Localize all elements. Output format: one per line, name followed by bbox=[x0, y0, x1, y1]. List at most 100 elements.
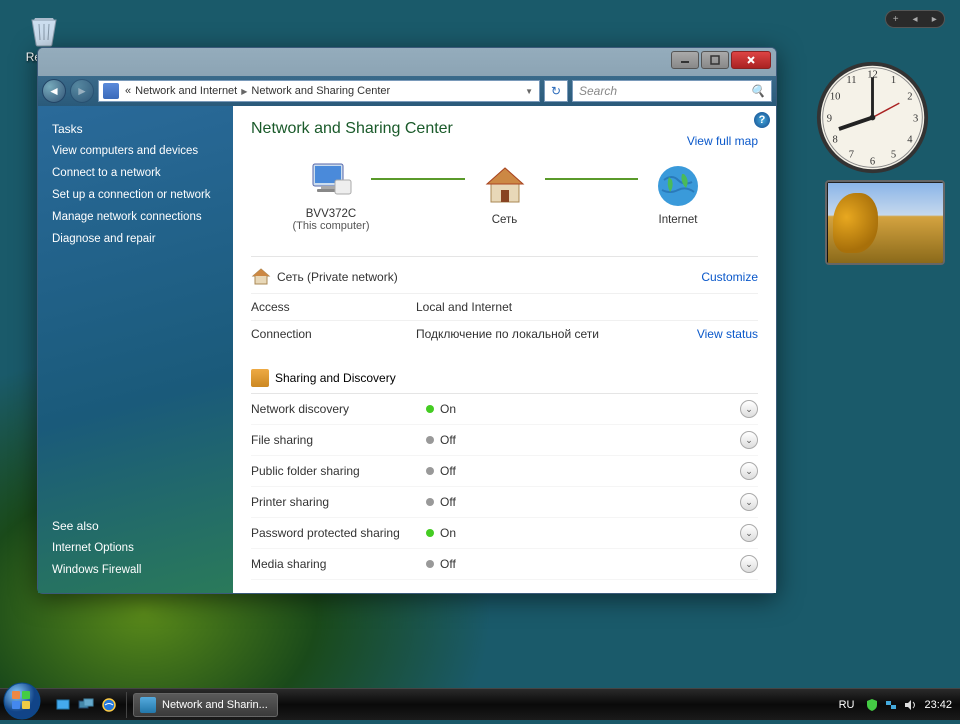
status-dot-icon bbox=[426, 560, 434, 568]
slideshow-gadget[interactable] bbox=[825, 180, 945, 265]
access-label: Access bbox=[251, 300, 416, 314]
sharing-value: On bbox=[440, 526, 456, 540]
main-panel: ? Network and Sharing Center View full m… bbox=[233, 106, 776, 593]
language-indicator[interactable]: RU bbox=[835, 697, 859, 713]
expand-button[interactable]: ⌄ bbox=[740, 400, 758, 418]
status-dot-icon bbox=[426, 498, 434, 506]
sidebar-link[interactable]: Set up a connection or network bbox=[38, 184, 233, 206]
sharing-row: File sharingOff⌄ bbox=[251, 425, 758, 456]
sidebar-link[interactable]: Manage network connections bbox=[38, 206, 233, 228]
network-node[interactable]: Сеть bbox=[455, 162, 555, 226]
sidebar-link[interactable]: Diagnose and repair bbox=[38, 228, 233, 250]
taskbar-item[interactable]: Network and Sharin... bbox=[133, 693, 278, 717]
titlebar[interactable] bbox=[38, 48, 776, 76]
taskbar: Network and Sharin... RU 23:42 bbox=[0, 688, 960, 720]
sharing-icon bbox=[251, 369, 269, 387]
svg-text:9: 9 bbox=[827, 113, 832, 124]
chevron-right-icon[interactable]: ▶ bbox=[239, 87, 249, 96]
sharing-key: Public folder sharing bbox=[251, 464, 426, 478]
computer-node[interactable]: BVV372C (This computer) bbox=[281, 156, 381, 232]
status-dot-icon bbox=[426, 467, 434, 475]
back-button[interactable]: ◄ bbox=[42, 79, 66, 103]
gadget-next-icon[interactable]: ▸ bbox=[925, 14, 944, 25]
breadcrumb-item[interactable]: Network and Internet bbox=[133, 85, 239, 97]
svg-text:5: 5 bbox=[891, 150, 896, 161]
page-title: Network and Sharing Center bbox=[251, 106, 758, 156]
expand-button[interactable]: ⌄ bbox=[740, 524, 758, 542]
maximize-button[interactable] bbox=[701, 51, 729, 69]
sidebar-link[interactable]: Connect to a network bbox=[38, 162, 233, 184]
search-input[interactable]: Search 🔍 bbox=[572, 80, 772, 102]
search-icon[interactable]: 🔍 bbox=[750, 84, 765, 98]
expand-button[interactable]: ⌄ bbox=[740, 462, 758, 480]
gadget-prev-icon[interactable]: ◂ bbox=[905, 14, 924, 25]
task-icon bbox=[140, 697, 156, 713]
sharing-key: Network discovery bbox=[251, 402, 426, 416]
control-panel-icon bbox=[103, 83, 119, 99]
forward-button[interactable]: ► bbox=[70, 79, 94, 103]
sharing-key: Printer sharing bbox=[251, 495, 426, 509]
network-icon bbox=[481, 162, 529, 210]
switch-windows-button[interactable] bbox=[75, 694, 97, 716]
computer-icon bbox=[307, 156, 355, 204]
internet-node[interactable]: Internet bbox=[628, 162, 728, 226]
expand-button[interactable]: ⌄ bbox=[740, 431, 758, 449]
sidebar-link[interactable]: Windows Firewall bbox=[38, 559, 233, 581]
sharing-value: Off bbox=[440, 433, 456, 447]
start-button[interactable] bbox=[2, 681, 42, 721]
show-desktop-button[interactable] bbox=[52, 694, 74, 716]
gadget-controls[interactable]: + ◂ ▸ bbox=[885, 10, 945, 28]
tray-security-icon[interactable] bbox=[864, 697, 880, 713]
sharing-row: Public folder sharing Off ⌄ bbox=[251, 456, 758, 487]
refresh-button[interactable]: ↻ bbox=[544, 80, 568, 102]
svg-text:7: 7 bbox=[849, 150, 854, 161]
sidebar-link[interactable]: View computers and devices bbox=[38, 140, 233, 162]
close-button[interactable] bbox=[731, 51, 771, 69]
clock[interactable]: 23:42 bbox=[924, 699, 952, 711]
access-value: Local and Internet bbox=[416, 300, 758, 314]
status-dot-icon bbox=[426, 529, 434, 537]
gadget-add-icon[interactable]: + bbox=[886, 14, 905, 25]
clock-gadget[interactable]: 1212 345 678 91011 bbox=[815, 60, 930, 175]
sharing-row: Password protected sharingOn⌄ bbox=[251, 518, 758, 549]
explorer-window: ◄ ► « Network and Internet ▶ Network and… bbox=[37, 47, 777, 594]
sharing-row: Media sharing Off ⌄ bbox=[251, 549, 758, 580]
address-bar[interactable]: « Network and Internet ▶ Network and Sha… bbox=[98, 80, 540, 102]
sharing-value: Off bbox=[440, 557, 456, 571]
recycle-bin-icon bbox=[24, 8, 64, 48]
sharing-key: Media sharing bbox=[251, 557, 426, 571]
tasks-sidebar: Tasks View computers and devices Connect… bbox=[38, 106, 233, 593]
svg-text:1: 1 bbox=[891, 75, 896, 86]
sharing-value: On bbox=[440, 402, 456, 416]
svg-text:4: 4 bbox=[907, 134, 913, 145]
tasks-heading: Tasks bbox=[38, 118, 233, 140]
sidebar-link[interactable]: Internet Options bbox=[38, 537, 233, 559]
view-status-link[interactable]: View status bbox=[697, 327, 758, 341]
breadcrumb-item[interactable]: Network and Sharing Center bbox=[249, 85, 392, 97]
connector bbox=[371, 178, 465, 180]
minimize-button[interactable] bbox=[671, 51, 699, 69]
customize-link[interactable]: Customize bbox=[701, 270, 758, 284]
tray-volume-icon[interactable] bbox=[902, 697, 918, 713]
status-dot-icon bbox=[426, 436, 434, 444]
sharing-row: Network discovery On ⌄ bbox=[251, 394, 758, 425]
svg-text:11: 11 bbox=[846, 75, 856, 86]
expand-button[interactable]: ⌄ bbox=[740, 555, 758, 573]
tray-network-icon[interactable] bbox=[883, 697, 899, 713]
svg-text:2: 2 bbox=[907, 91, 912, 102]
task-label: Network and Sharin... bbox=[162, 699, 268, 711]
ie-button[interactable] bbox=[98, 694, 120, 716]
svg-text:3: 3 bbox=[913, 113, 918, 124]
connector bbox=[545, 178, 639, 180]
chevron-down-icon[interactable]: ▼ bbox=[523, 87, 535, 96]
expand-button[interactable]: ⌄ bbox=[740, 493, 758, 511]
quick-launch bbox=[46, 692, 127, 718]
sharing-row: Printer sharingOff⌄ bbox=[251, 487, 758, 518]
network-map: BVV372C (This computer) Сеть bbox=[251, 156, 758, 232]
status-dot-icon bbox=[426, 405, 434, 413]
sharing-value: Off bbox=[440, 464, 456, 478]
view-full-map-link[interactable]: View full map bbox=[687, 134, 758, 148]
svg-text:10: 10 bbox=[830, 91, 841, 102]
svg-text:8: 8 bbox=[832, 134, 837, 145]
help-icon[interactable]: ? bbox=[754, 112, 770, 128]
